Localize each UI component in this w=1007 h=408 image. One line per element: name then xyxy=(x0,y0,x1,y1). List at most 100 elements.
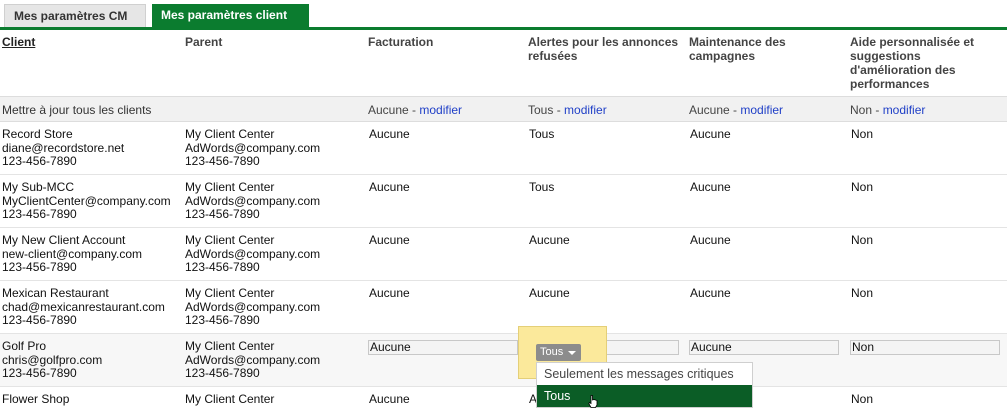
disapproved-cell: Tous xyxy=(529,180,555,194)
column-header-disapproved-ads: Alertes pour les annonces refusées xyxy=(528,35,678,63)
bulk-update-label: Mettre à jour tous les clients xyxy=(2,103,152,117)
header-line: performances xyxy=(850,77,930,91)
parent-email: AdWords@company.com xyxy=(185,193,321,208)
separator: - xyxy=(408,103,420,117)
separator: - xyxy=(729,103,741,117)
disapproved-select-value: Tous xyxy=(540,346,564,358)
bulk-help-value: Non xyxy=(850,103,873,117)
tab-mcc-settings[interactable]: Mes paramètres CM xyxy=(4,4,146,27)
bulk-update-row: Mettre à jour tous les clients Aucune - … xyxy=(0,96,1007,122)
parent-phone: 123-456-7890 xyxy=(185,313,260,327)
billing-cell: Aucune xyxy=(369,233,410,247)
table-row: Flower Shop My Client Center Aucune A No… xyxy=(0,387,1007,408)
client-name: Flower Shop xyxy=(2,392,70,406)
billing-cell: Aucune xyxy=(369,127,410,141)
client-phone: 123-456-7890 xyxy=(2,366,77,380)
parent-name: My Client Center xyxy=(185,339,275,353)
disapproved-field[interactable] xyxy=(605,340,679,355)
column-header-parent: Parent xyxy=(185,35,223,49)
client-phone: 123-456-7890 xyxy=(2,207,77,221)
dropdown-option-critical-only[interactable]: Seulement les messages critiques xyxy=(537,363,752,385)
bulk-help-cell: Non - modifier xyxy=(850,103,925,117)
header-line: d'amélioration des xyxy=(850,63,956,77)
parent-name: My Client Center xyxy=(185,286,275,300)
help-field[interactable]: Non xyxy=(850,340,1000,355)
tab-client-settings[interactable]: Mes paramètres client xyxy=(152,4,309,27)
bulk-billing-modify-link[interactable]: modifier xyxy=(419,103,462,117)
table-row: Mexican Restaurant chad@mexicanrestauran… xyxy=(0,281,1007,334)
parent-email: AdWords@company.com xyxy=(185,140,321,155)
table-row: My Sub-MCC MyClientCenter@company.com 12… xyxy=(0,175,1007,228)
separator: - xyxy=(872,103,883,117)
column-header-client[interactable]: Client xyxy=(2,35,35,49)
header-line: suggestions xyxy=(850,49,921,63)
parent-phone: 123-456-7890 xyxy=(185,154,260,168)
client-phone: 123-456-7890 xyxy=(2,154,77,168)
bulk-disapproved-modify-link[interactable]: modifier xyxy=(564,103,607,117)
parent-phone: 123-456-7890 xyxy=(185,366,260,380)
bulk-maintenance-value: Aucune xyxy=(689,103,730,117)
maintenance-cell: Aucune xyxy=(690,127,731,141)
client-name: Record Store xyxy=(2,127,73,141)
parent-cell: My Client Center AdWords@company.com 123… xyxy=(185,180,321,222)
parent-cell: My Client Center AdWords@company.com 123… xyxy=(185,286,321,328)
disapproved-cell: Aucune xyxy=(529,233,570,247)
bulk-disapproved-cell: Tous - modifier xyxy=(528,103,607,117)
client-cell: Golf Pro chris@golfpro.com 123-456-7890 xyxy=(2,339,103,381)
column-header-maintenance: Maintenance des campagnes xyxy=(689,35,786,63)
column-header-billing: Facturation xyxy=(368,35,434,49)
bulk-billing-value: Aucune xyxy=(368,103,409,117)
client-cell: Mexican Restaurant chad@mexicanrestauran… xyxy=(2,286,165,328)
client-email: diane@recordstore.net xyxy=(2,140,125,155)
header-line: Maintenance des xyxy=(689,35,786,49)
table-row: My New Client Account new-client@company… xyxy=(0,228,1007,281)
maintenance-cell: Aucune xyxy=(690,180,731,194)
parent-cell: My Client Center AdWords@company.com 123… xyxy=(185,127,321,169)
disapproved-dropdown-menu: Seulement les messages critiques Tous xyxy=(536,362,753,408)
header-line: campagnes xyxy=(689,49,756,63)
client-phone: 123-456-7890 xyxy=(2,260,77,274)
client-email: chad@mexicanrestaurant.com xyxy=(2,299,165,314)
header-line: refusées xyxy=(528,49,578,63)
maintenance-field[interactable]: Aucune xyxy=(689,340,839,355)
parent-name: My Client Center xyxy=(185,233,275,247)
help-cell: Non xyxy=(851,233,874,247)
column-header-personalized-help: Aide personnalisée et suggestions d'amél… xyxy=(850,35,974,91)
client-email: chris@golfpro.com xyxy=(2,352,103,367)
client-name: Golf Pro xyxy=(2,339,47,353)
bulk-maintenance-modify-link[interactable]: modifier xyxy=(740,103,783,117)
maintenance-cell: Aucune xyxy=(690,286,731,300)
maintenance-cell: Aucune xyxy=(690,233,731,247)
parent-email: AdWords@company.com xyxy=(185,299,321,314)
disapproved-cell: Aucune xyxy=(529,286,570,300)
table-row-editing: Golf Pro chris@golfpro.com 123-456-7890 … xyxy=(0,334,1007,387)
bulk-help-modify-link[interactable]: modifier xyxy=(883,103,926,117)
help-cell: Non xyxy=(851,127,874,141)
settings-tab-bar: Mes paramètres CM Mes paramètres client xyxy=(0,0,1007,30)
billing-cell: Aucune xyxy=(369,180,410,194)
billing-field[interactable]: Aucune xyxy=(368,340,518,355)
disapproved-select-button[interactable]: Tous xyxy=(536,344,581,361)
client-email: MyClientCenter@company.com xyxy=(2,193,171,208)
bulk-billing-cell: Aucune - modifier xyxy=(368,103,462,117)
billing-cell: Aucune xyxy=(369,286,410,300)
parent-phone: 123-456-7890 xyxy=(185,207,260,221)
client-name: Mexican Restaurant xyxy=(2,286,109,300)
client-cell: My New Client Account new-client@company… xyxy=(2,233,142,275)
parent-name: My Client Center xyxy=(185,127,275,141)
table-row: Record Store diane@recordstore.net 123-4… xyxy=(0,122,1007,175)
client-cell: Record Store diane@recordstore.net 123-4… xyxy=(2,127,125,169)
header-line: Aide personnalisée et xyxy=(850,35,975,49)
client-name: My Sub-MCC xyxy=(2,180,75,194)
dropdown-option-all[interactable]: Tous xyxy=(537,385,752,407)
separator: - xyxy=(553,103,565,117)
help-cell: Non xyxy=(851,392,874,406)
help-cell: Non xyxy=(851,180,874,194)
bulk-disapproved-value: Tous xyxy=(528,103,554,117)
help-cell: Non xyxy=(851,286,874,300)
disapproved-cell: Tous xyxy=(529,127,555,141)
chevron-down-icon xyxy=(568,351,576,355)
client-name: My New Client Account xyxy=(2,233,126,247)
parent-email: AdWords@company.com xyxy=(185,246,321,261)
hand-cursor-icon xyxy=(588,395,598,408)
